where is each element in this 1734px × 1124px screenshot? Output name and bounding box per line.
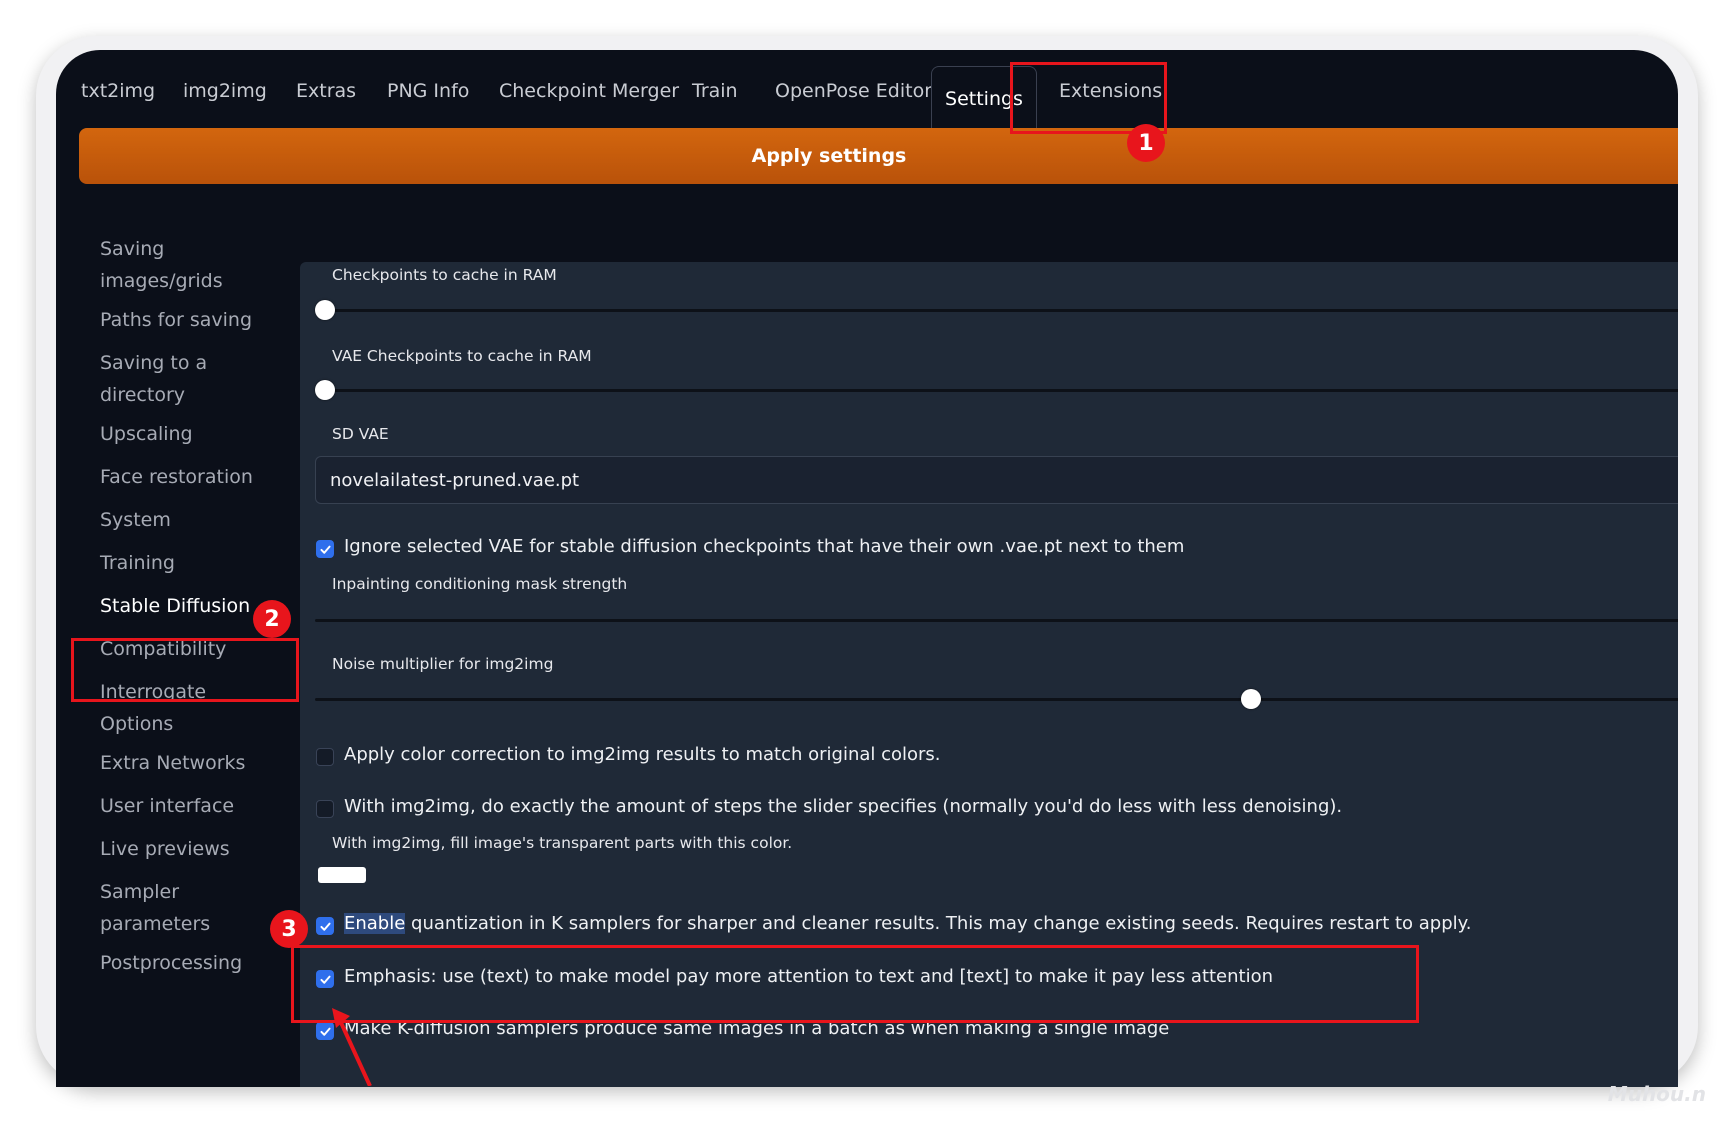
noise-multiplier-label: Noise multiplier for img2img <box>332 655 554 673</box>
sidebar-item-sampler-parameters[interactable]: Sampler parameters <box>100 876 210 940</box>
inpainting-mask-label: Inpainting conditioning mask strength <box>332 575 628 593</box>
sidebar-item-postprocessing[interactable]: Postprocessing <box>100 947 242 979</box>
tab-checkpoint-merger[interactable]: Checkpoint Merger <box>499 80 679 102</box>
checkpoints-cache-label: Checkpoints to cache in RAM <box>332 266 557 284</box>
quantization-checkbox[interactable] <box>316 917 334 935</box>
sd-vae-label: SD VAE <box>332 425 389 443</box>
tab-openpose-editor[interactable]: OpenPose Editor <box>775 80 932 102</box>
sidebar-item-live-previews[interactable]: Live previews <box>100 833 230 865</box>
quantization-label: Enable quantization in K samplers for sh… <box>344 913 1472 934</box>
sd-vae-dropdown[interactable]: novelailatest-pruned.vae.pt <box>315 456 1678 504</box>
exact-steps-label: With img2img, do exactly the amount of s… <box>344 796 1343 817</box>
annotation-badge-1: 1 <box>1127 124 1165 162</box>
tab-png-info[interactable]: PNG Info <box>387 80 469 102</box>
apply-settings-button[interactable]: Apply settings <box>79 128 1678 184</box>
color-correction-checkbox[interactable] <box>316 748 334 766</box>
sidebar-item-user-interface[interactable]: User interface <box>100 790 234 822</box>
noise-multiplier-track[interactable] <box>315 698 1678 701</box>
annotation-badge-2: 2 <box>253 600 291 638</box>
tab-bar: txt2img img2img Extras PNG Info Checkpoi… <box>56 50 1678 130</box>
vae-cache-slider-thumb[interactable] <box>315 380 335 400</box>
sidebar-item-saving-to-directory[interactable]: Saving to a directory <box>100 347 207 411</box>
checkpoints-cache-slider-thumb[interactable] <box>315 300 335 320</box>
annotation-badge-3: 3 <box>270 910 308 948</box>
annotation-box-quantization <box>291 945 1419 1023</box>
checkpoints-cache-track[interactable] <box>315 309 1678 312</box>
annotation-box-stable-diffusion <box>71 638 299 702</box>
sidebar-item-upscaling[interactable]: Upscaling <box>100 418 193 450</box>
check-icon <box>319 545 331 554</box>
tab-train[interactable]: Train <box>692 80 738 102</box>
fill-color-label: With img2img, fill image's transparent p… <box>332 834 793 852</box>
ignore-vae-checkbox[interactable] <box>316 540 334 558</box>
sidebar-item-extra-networks[interactable]: Extra Networks <box>100 747 245 779</box>
tab-img2img[interactable]: img2img <box>183 80 267 102</box>
vae-cache-label: VAE Checkpoints to cache in RAM <box>332 347 592 365</box>
sidebar-item-paths-for-saving[interactable]: Paths for saving <box>100 304 252 336</box>
sidebar-item-stable-diffusion[interactable]: Stable Diffusion <box>100 590 250 622</box>
sidebar-item-training[interactable]: Training <box>100 547 175 579</box>
tab-extras[interactable]: Extras <box>296 80 356 102</box>
exact-steps-checkbox[interactable] <box>316 800 334 818</box>
selected-text-highlight: Enable <box>344 913 406 934</box>
watermark: Muhou.n <box>1607 1082 1706 1106</box>
ignore-vae-label: Ignore selected VAE for stable diffusion… <box>344 536 1185 557</box>
sd-vae-value: novelailatest-pruned.vae.pt <box>330 469 580 491</box>
noise-multiplier-slider-thumb[interactable] <box>1240 689 1261 709</box>
fill-color-swatch[interactable] <box>318 867 366 883</box>
color-correction-label: Apply color correction to img2img result… <box>344 744 941 765</box>
annotation-arrow-icon <box>332 1008 372 1086</box>
check-icon <box>319 922 331 931</box>
sidebar-item-system[interactable]: System <box>100 504 171 536</box>
vae-cache-track[interactable] <box>315 389 1678 392</box>
sidebar-item-face-restoration[interactable]: Face restoration <box>100 461 253 493</box>
tab-txt2img[interactable]: txt2img <box>81 80 155 102</box>
inpainting-mask-track[interactable] <box>315 619 1678 622</box>
sidebar-item-saving-images[interactable]: Saving images/grids <box>100 233 223 297</box>
